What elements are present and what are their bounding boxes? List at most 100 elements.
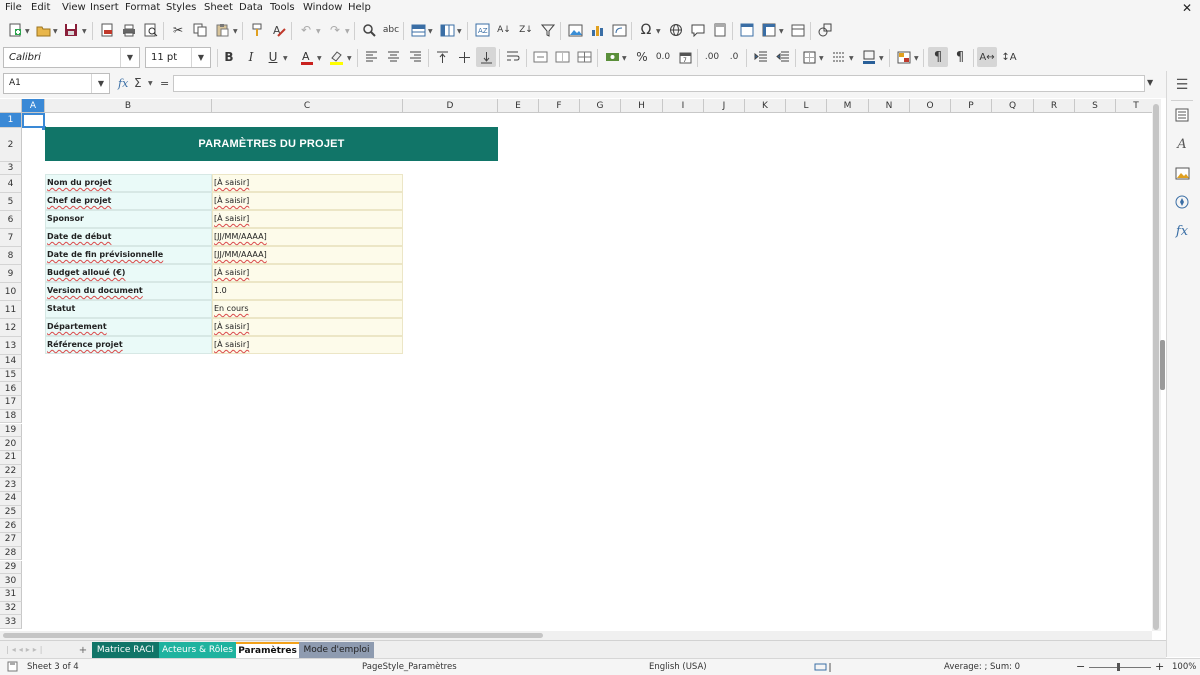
column-header-l[interactable]: L <box>786 99 827 113</box>
italic-button[interactable]: I <box>241 47 261 67</box>
field-value[interactable]: [À saisir] <box>212 336 403 354</box>
row-header-12[interactable]: 12 <box>0 319 22 337</box>
sum-dropdown-icon[interactable]: ▼ <box>148 80 153 87</box>
field-value[interactable]: 1.0 <box>212 282 403 300</box>
column-header-h[interactable]: H <box>621 99 663 113</box>
row-header-19[interactable]: 19 <box>0 423 22 438</box>
row-header-27[interactable]: 27 <box>0 533 22 547</box>
merge-center-icon[interactable] <box>530 47 550 67</box>
borders-icon[interactable] <box>799 47 819 67</box>
add-sheet-button[interactable]: + <box>76 642 90 658</box>
currency-format-icon[interactable] <box>602 47 622 67</box>
menu-format[interactable]: Format <box>125 2 160 13</box>
headers-footers-icon[interactable] <box>710 20 730 40</box>
column-header-c[interactable]: C <box>212 99 403 113</box>
cut-icon[interactable]: ✂ <box>168 20 188 40</box>
delete-decimal-button[interactable]: .0 <box>724 47 744 67</box>
percent-format-button[interactable]: % <box>632 47 652 67</box>
column-header-d[interactable]: D <box>403 99 498 113</box>
row-header-4[interactable]: 4 <box>0 175 22 193</box>
tab-mode-emploi[interactable]: Mode d'emploi <box>299 642 374 658</box>
column-header-n[interactable]: N <box>869 99 910 113</box>
field-label[interactable]: Version du document <box>45 282 212 300</box>
menu-window[interactable]: Window <box>303 2 342 13</box>
row-header-21[interactable]: 21 <box>0 450 22 465</box>
define-print-area-icon[interactable] <box>737 20 757 40</box>
font-name-combo[interactable]: Calibri ▼ <box>3 47 140 68</box>
text-ltr-icon[interactable]: ¶ <box>928 47 948 67</box>
copy-icon[interactable] <box>190 20 210 40</box>
border-color-icon[interactable] <box>859 47 879 67</box>
field-label[interactable]: Date de fin prévisionnelle <box>45 246 212 264</box>
field-label[interactable]: Département <box>45 318 212 336</box>
align-right-icon[interactable] <box>405 47 425 67</box>
borders-dropdown-icon[interactable]: ▼ <box>819 55 824 62</box>
column-header-j[interactable]: J <box>704 99 745 113</box>
field-value[interactable]: [JJ/MM/AAAA] <box>212 228 403 246</box>
menu-styles[interactable]: Styles <box>166 2 196 13</box>
export-pdf-icon[interactable] <box>97 20 117 40</box>
sum-icon[interactable]: Σ <box>134 76 142 90</box>
zoom-slider-track[interactable] <box>1089 667 1151 668</box>
align-top-icon[interactable] <box>432 47 452 67</box>
date-format-icon[interactable]: 7 <box>675 47 695 67</box>
row-header-25[interactable]: 25 <box>0 505 22 520</box>
field-value[interactable]: En cours <box>212 300 403 318</box>
select-all-corner[interactable] <box>0 99 22 113</box>
text-horizontal-icon[interactable]: A↔ <box>977 47 997 67</box>
row-header-30[interactable]: 30 <box>0 574 22 588</box>
row-header-13[interactable]: 13 <box>0 337 22 355</box>
properties-icon[interactable] <box>1173 106 1191 124</box>
parameters-title-banner[interactable]: PARAMÈTRES DU PROJET <box>45 127 498 161</box>
highlight-dropdown-icon[interactable]: ▼ <box>347 55 352 62</box>
field-value[interactable]: [À saisir] <box>212 210 403 228</box>
font-name-dropdown-icon[interactable]: ▼ <box>120 48 139 67</box>
row-header-7[interactable]: 7 <box>0 229 22 247</box>
bold-button[interactable]: B <box>219 47 239 67</box>
navigator-icon[interactable] <box>1173 193 1191 211</box>
row-header-2[interactable]: 2 <box>0 128 22 162</box>
row-header-33[interactable]: 33 <box>0 615 22 629</box>
expand-formula-bar-icon[interactable]: ▼ <box>1147 78 1153 87</box>
menu-file[interactable]: File <box>5 2 22 13</box>
column-header-b[interactable]: B <box>45 99 212 113</box>
sort-ascending-icon[interactable]: A↓ <box>494 20 514 40</box>
row-header-8[interactable]: 8 <box>0 247 22 265</box>
function-wizard-icon[interactable]: fx <box>118 77 128 90</box>
border-color-dropdown-icon[interactable]: ▼ <box>879 55 884 62</box>
row-header-18[interactable]: 18 <box>0 409 22 424</box>
functions-icon[interactable]: fx <box>1173 222 1191 240</box>
comment-icon[interactable] <box>688 20 708 40</box>
conditional-format-icon[interactable] <box>894 47 914 67</box>
spelling-icon[interactable]: abc <box>381 20 401 40</box>
menu-help[interactable]: Help <box>348 2 371 13</box>
row-header-10[interactable]: 10 <box>0 283 22 301</box>
row-header-1[interactable]: 1 <box>0 113 22 128</box>
menu-tools[interactable]: Tools <box>270 2 295 13</box>
column-header-p[interactable]: P <box>951 99 992 113</box>
row-header-16[interactable]: 16 <box>0 382 22 397</box>
row-header-22[interactable]: 22 <box>0 464 22 479</box>
column-header-i[interactable]: I <box>663 99 704 113</box>
menu-sheet[interactable]: Sheet <box>204 2 233 13</box>
paste-dropdown-icon[interactable]: ▼ <box>233 28 238 35</box>
align-left-icon[interactable] <box>361 47 381 67</box>
center-vertically-icon[interactable] <box>454 47 474 67</box>
gallery-icon[interactable] <box>1173 164 1191 182</box>
sidebar-menu-icon[interactable]: ☰ <box>1173 76 1191 94</box>
row-header-15[interactable]: 15 <box>0 368 22 383</box>
field-label[interactable]: Sponsor <box>45 210 212 228</box>
font-color-dropdown-icon[interactable]: ▼ <box>317 55 322 62</box>
decrease-indent-icon[interactable] <box>773 47 793 67</box>
text-rtl-icon[interactable]: ¶ <box>950 47 970 67</box>
formula-input[interactable] <box>173 75 1145 92</box>
freeze-dropdown-icon[interactable]: ▼ <box>779 28 784 35</box>
menu-data[interactable]: Data <box>239 2 263 13</box>
pivot-table-icon[interactable] <box>609 20 629 40</box>
clear-formatting-icon[interactable]: A <box>269 20 289 40</box>
unmerge-cells-icon[interactable] <box>574 47 594 67</box>
field-value[interactable]: [À saisir] <box>212 318 403 336</box>
menu-insert[interactable]: Insert <box>90 2 119 13</box>
show-draw-functions-icon[interactable] <box>815 20 835 40</box>
text-vertical-icon[interactable]: ↕A <box>999 47 1019 67</box>
